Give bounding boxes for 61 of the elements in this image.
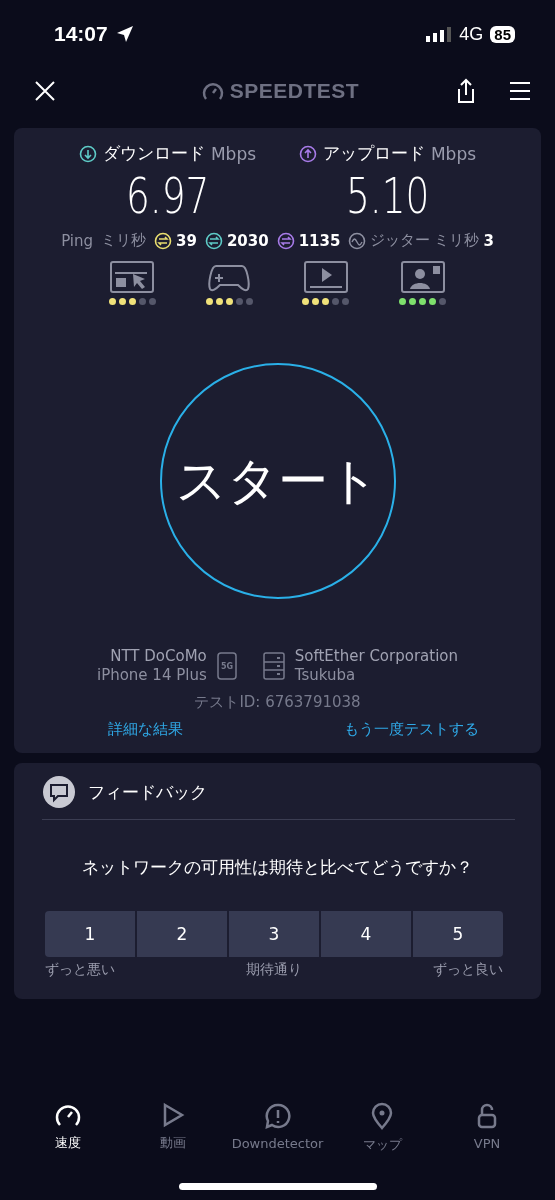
speedometer-icon (54, 1102, 82, 1128)
unit-label: ミリ秒 (434, 231, 480, 250)
video-player-icon (302, 260, 349, 294)
share-icon[interactable] (455, 78, 477, 104)
result-link[interactable]: もう一度テストする (344, 720, 479, 739)
metric-label: アップロード (322, 142, 425, 165)
jitter-wave-icon (348, 231, 367, 250)
ping-value: 39 (176, 231, 197, 250)
map-pin-icon (370, 1102, 395, 1130)
nav-tab[interactable]: VPN (437, 1101, 537, 1155)
metric-label: ダウンロード (102, 142, 205, 165)
rating-option[interactable]: 3 (229, 911, 319, 957)
unit-label: Mbps (210, 143, 257, 164)
browser-cursor-icon (109, 260, 156, 294)
ping-value: 2030 (226, 231, 269, 250)
close-icon[interactable] (34, 80, 56, 102)
ping-exchange-icon (154, 231, 173, 250)
rating-option[interactable]: 5 (413, 911, 503, 957)
rating-option[interactable]: 2 (137, 911, 227, 957)
ping-label: Ping (61, 231, 94, 250)
ping-exchange-icon (204, 231, 223, 250)
speed-value: 5.10 (345, 167, 430, 225)
scale-label: ずっと悪い (45, 961, 115, 979)
result-link[interactable]: 詳細な結果 (108, 720, 183, 739)
provider-name: NTT DoCoMo (110, 647, 207, 666)
speedometer-logo-icon (201, 81, 224, 101)
scale-label: 期待通り (246, 961, 302, 979)
network-type: 4G (459, 23, 484, 45)
nav-tab[interactable]: 速度 (18, 1101, 118, 1155)
jitter-label: ジッター (370, 231, 431, 250)
nav-tab[interactable]: Downdetector (227, 1101, 328, 1155)
video-call-icon (399, 260, 446, 294)
server-icon (262, 652, 285, 680)
test-id: テストID: 6763791038 (193, 693, 362, 712)
server-name: SoftEther Corporation (294, 647, 458, 666)
scale-label: ずっと良い (433, 961, 503, 979)
phone-icon: 5G (216, 652, 237, 680)
alert-bubble-icon (263, 1102, 292, 1130)
clock-time: 14:07 (54, 22, 108, 46)
battery-level: 85 (490, 25, 515, 43)
feedback-question: ネットワークの可用性は期待と比べてどうですか？ (81, 856, 474, 879)
location-arrow-icon (115, 25, 134, 43)
unlocked-padlock-icon (476, 1102, 498, 1130)
unit-label: ミリ秒 (101, 231, 147, 250)
chat-bubble-icon (42, 775, 76, 809)
rating-option[interactable]: 4 (321, 911, 411, 957)
ping-value: 1135 (298, 231, 341, 250)
start-button[interactable]: スタート (159, 363, 396, 599)
unit-label: Mbps (430, 143, 477, 164)
feedback-title: フィードバック (88, 780, 207, 804)
speed-value: 6.97 (125, 167, 210, 225)
device-name: iPhone 14 Plus (96, 666, 207, 685)
server-location: Tsukuba (294, 666, 356, 685)
app-logo: SPEEDTEST (229, 79, 360, 103)
nav-tab[interactable]: マップ (332, 1101, 433, 1155)
menu-icon[interactable] (509, 81, 531, 101)
rating-option[interactable]: 1 (45, 911, 135, 957)
ping-exchange-icon (276, 231, 295, 250)
nav-tab[interactable]: 動画 (122, 1101, 223, 1155)
signal-icon (426, 26, 453, 42)
jitter-value: 3 (483, 231, 494, 250)
